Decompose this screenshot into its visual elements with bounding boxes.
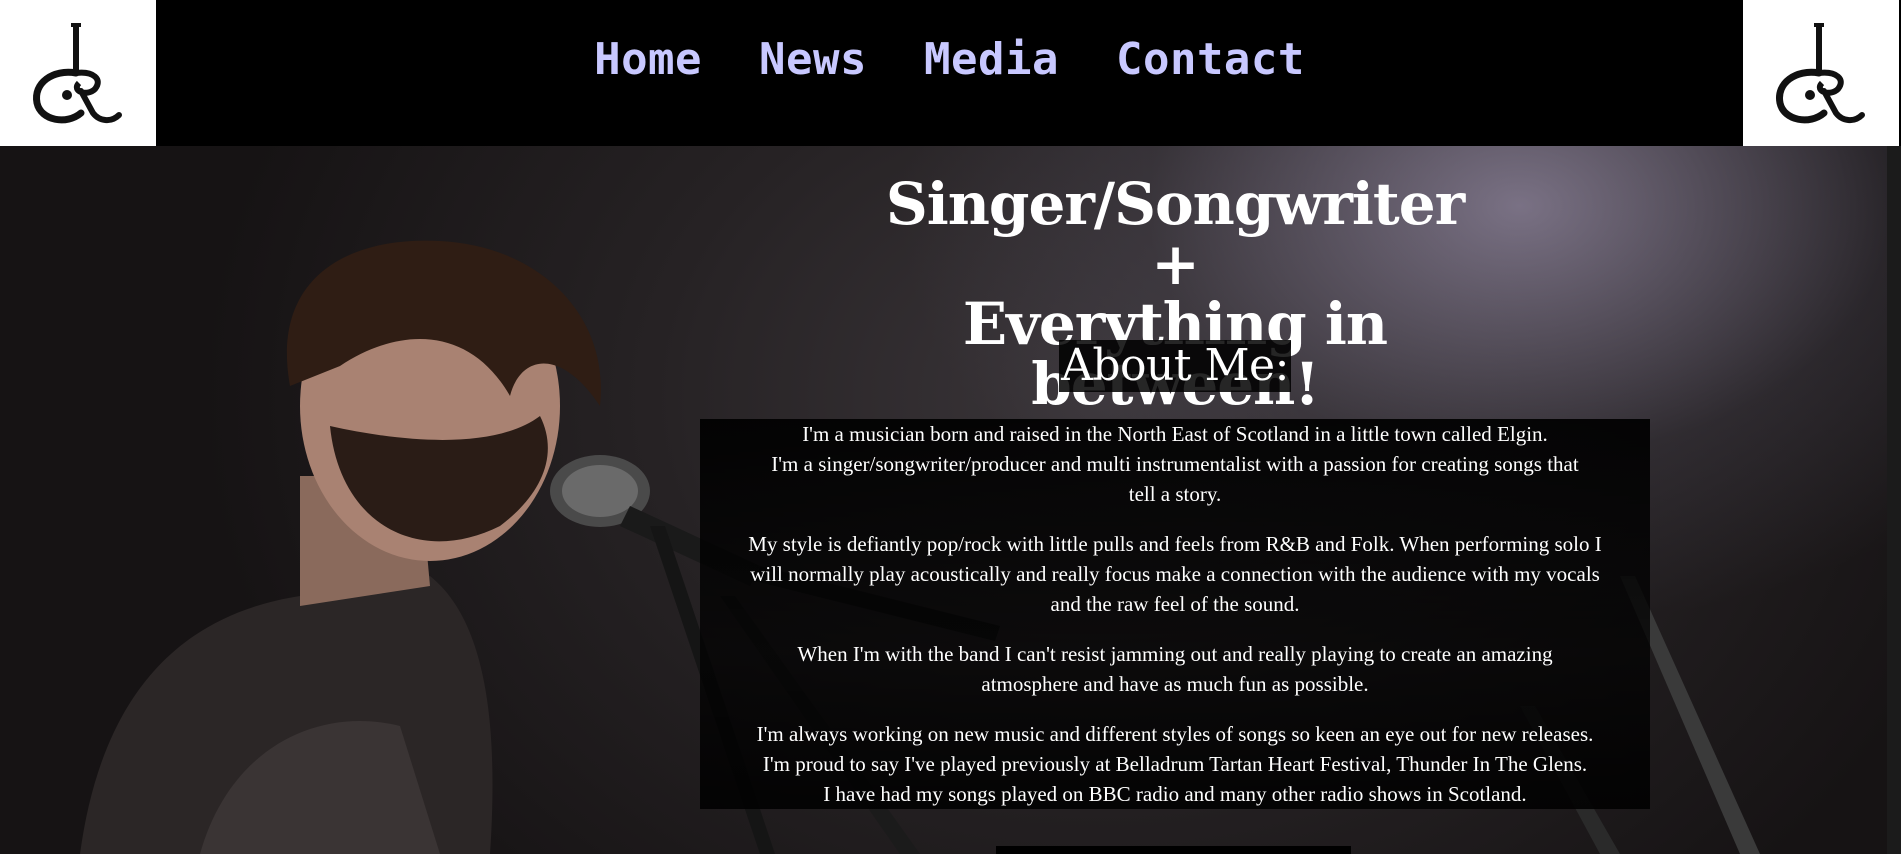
about-paragraph: I'm always working on new music and diff… bbox=[700, 719, 1650, 809]
site-header: Home News Media Contact bbox=[0, 0, 1901, 146]
nav-home-link[interactable]: Home bbox=[594, 34, 702, 85]
about-heading-wrap: About Me: bbox=[700, 340, 1650, 392]
about-line: I'm always working on new music and diff… bbox=[756, 722, 1594, 746]
nav-contact-link[interactable]: Contact bbox=[1116, 34, 1305, 85]
guitar-monogram-logo-icon bbox=[1776, 23, 1865, 124]
logo-right[interactable] bbox=[1743, 0, 1899, 146]
about-line: tell a story. bbox=[1128, 482, 1222, 506]
about-line: When I'm with the band I can't resist ja… bbox=[797, 642, 1553, 666]
about-text-box: I'm a musician born and raised in the No… bbox=[700, 419, 1650, 809]
main-nav: Home News Media Contact bbox=[156, 0, 1743, 118]
hero-section: Singer/Songwriter + Everything in betwee… bbox=[0, 146, 1887, 854]
next-section-heading-cutoff bbox=[996, 846, 1351, 854]
about-line: I'm a singer/songwriter/producer and mul… bbox=[771, 452, 1579, 476]
about-heading: About Me: bbox=[1059, 340, 1291, 392]
about-paragraph: When I'm with the band I can't resist ja… bbox=[700, 639, 1650, 699]
about-line: I have had my songs played on BBC radio … bbox=[823, 782, 1527, 806]
about-paragraph: My style is defiantly pop/rock with litt… bbox=[700, 529, 1650, 619]
page-scrollbar[interactable] bbox=[1887, 146, 1901, 854]
about-line: will normally play acoustically and real… bbox=[750, 562, 1600, 586]
logo-left[interactable] bbox=[0, 0, 156, 146]
about-line: atmosphere and have as much fun as possi… bbox=[981, 672, 1369, 696]
nav-news-link[interactable]: News bbox=[759, 34, 867, 85]
about-line: I'm proud to say I've played previously … bbox=[762, 752, 1588, 776]
title-line-1: Singer/Songwriter + bbox=[885, 170, 1465, 298]
about-line: My style is defiantly pop/rock with litt… bbox=[748, 532, 1602, 556]
about-line: and the raw feel of the sound. bbox=[1050, 592, 1300, 616]
about-line: I'm a musician born and raised in the No… bbox=[802, 422, 1548, 446]
guitar-monogram-logo-icon bbox=[33, 23, 122, 124]
nav-media-link[interactable]: Media bbox=[924, 34, 1059, 85]
about-paragraph: I'm a musician born and raised in the No… bbox=[700, 419, 1650, 509]
